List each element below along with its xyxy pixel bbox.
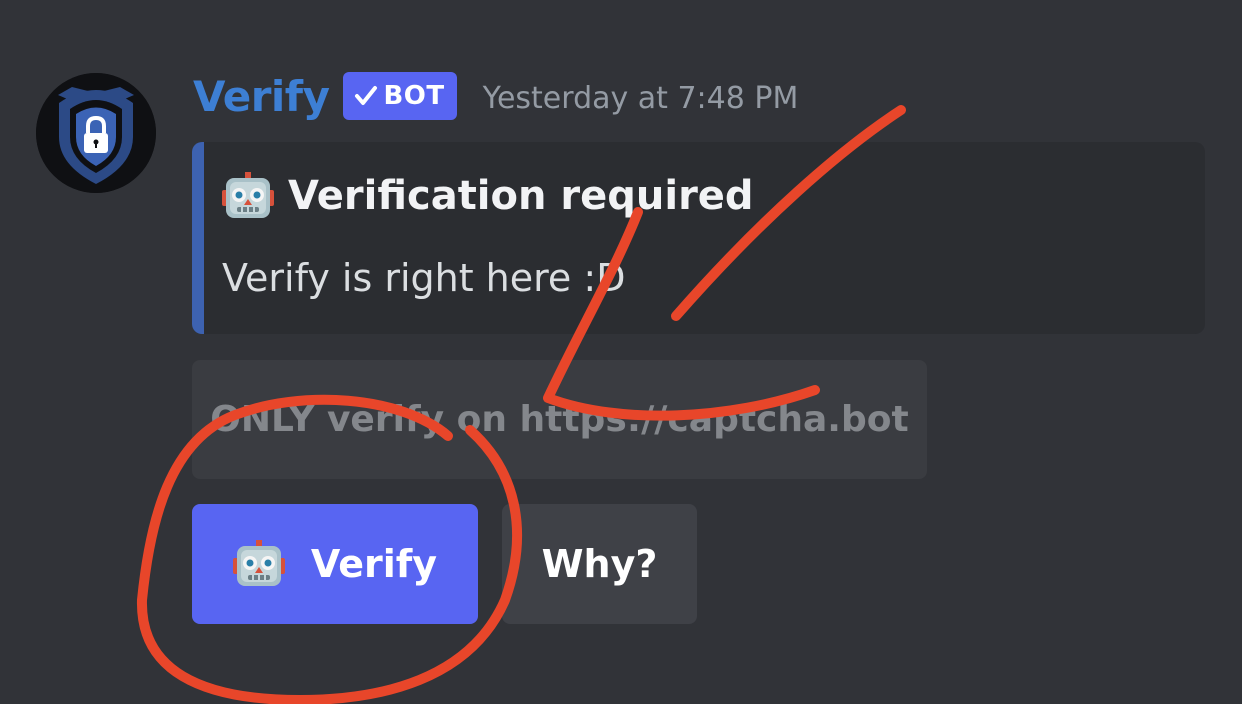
- message-embed: Verification required Verify is right he…: [192, 142, 1205, 334]
- robot-face-icon: [222, 172, 274, 218]
- embed-title: Verification required: [222, 172, 754, 220]
- discord-message-view: Verify BOT Yesterday at 7:48 PM Verifica…: [0, 0, 1242, 704]
- embed-accent-bar: [192, 142, 204, 334]
- embed-description: Verify is right here :D: [222, 256, 626, 300]
- verify-button[interactable]: Verify: [192, 504, 478, 624]
- shield-lock-icon: [36, 73, 156, 193]
- embed-title-text: Verification required: [288, 173, 754, 219]
- robot-face-icon: [232, 540, 285, 586]
- why-button-label: Why?: [541, 542, 658, 586]
- message-header: Verify BOT Yesterday at 7:48 PM: [193, 66, 798, 126]
- message-timestamp[interactable]: Yesterday at 7:48 PM: [483, 77, 799, 116]
- captcha-link-label: ONLY verify on https://captcha.bot: [210, 399, 909, 440]
- bot-avatar[interactable]: [36, 73, 156, 193]
- why-button[interactable]: Why?: [502, 504, 697, 624]
- checkmark-icon: [355, 86, 378, 105]
- badge-label: BOT: [383, 81, 445, 111]
- captcha-link-button[interactable]: ONLY verify on https://captcha.bot: [192, 360, 927, 479]
- verify-button-label: Verify: [310, 542, 438, 586]
- bot-badge: BOT: [343, 72, 457, 120]
- author-name[interactable]: Verify: [193, 72, 330, 121]
